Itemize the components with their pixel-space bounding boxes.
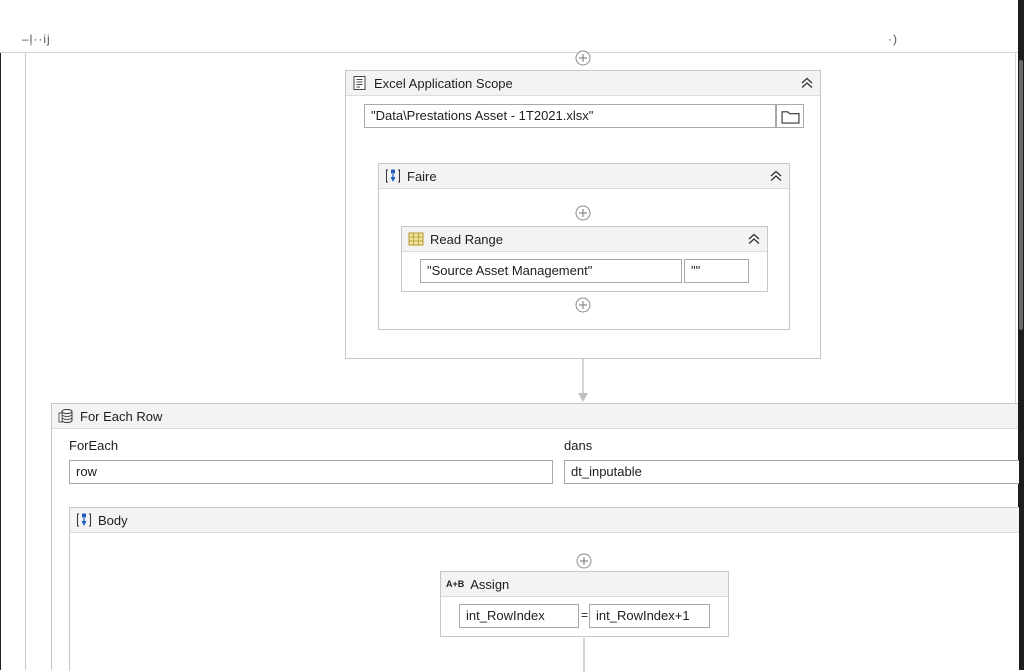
designer-top-strip: –ļ··ij ·) xyxy=(0,0,1018,53)
scrollbar-thumb[interactable] xyxy=(1019,60,1023,330)
body-header[interactable]: Body xyxy=(70,508,1019,533)
in-label: dans xyxy=(564,438,593,453)
browse-button[interactable] xyxy=(776,104,804,128)
collapse-icon[interactable] xyxy=(800,76,814,90)
faire-header[interactable]: Faire xyxy=(379,164,789,189)
workbook-path-field[interactable]: "Data\Prestations Asset - 1T2021.xlsx" xyxy=(364,104,776,128)
body-title: Body xyxy=(98,512,128,528)
assign-to-field[interactable]: int_RowIndex xyxy=(459,604,579,628)
top-strip-fragment-left: –ļ··ij xyxy=(22,32,51,46)
sheet-name-field[interactable]: "Source Asset Management" xyxy=(420,259,682,283)
for-each-row-title: For Each Row xyxy=(80,408,163,424)
foreach-variable-field[interactable]: row xyxy=(69,460,553,484)
collapse-icon[interactable] xyxy=(747,232,761,246)
assign-title: Assign xyxy=(470,576,510,592)
body-sequence-activity[interactable]: Body A+B Assign int_RowIndex = int_RowIn… xyxy=(69,507,1019,672)
window-left-edge xyxy=(0,0,1,670)
read-range-header[interactable]: Read Range xyxy=(402,227,767,252)
excel-scope-icon xyxy=(353,76,366,90)
for-each-row-activity[interactable]: For Each Row ForEach dans row dt_inputab… xyxy=(51,403,1019,672)
range-field[interactable]: "" xyxy=(684,259,749,283)
sequence-icon xyxy=(77,513,91,527)
assign-activity[interactable]: A+B Assign int_RowIndex = int_RowIndex+1 xyxy=(440,571,729,637)
assign-icon: A+B xyxy=(446,579,465,589)
assign-header[interactable]: A+B Assign xyxy=(441,572,728,597)
folder-icon xyxy=(781,111,800,124)
assign-value-field[interactable]: int_RowIndex+1 xyxy=(589,604,710,628)
collapse-icon[interactable] xyxy=(769,169,783,183)
datatable-field[interactable]: dt_inputable xyxy=(564,460,1019,484)
faire-title: Faire xyxy=(407,168,437,184)
add-activity-plus-icon[interactable] xyxy=(575,205,591,221)
foreach-label: ForEach xyxy=(69,438,119,453)
for-each-row-header[interactable]: For Each Row xyxy=(52,404,1018,429)
add-activity-plus-icon[interactable] xyxy=(575,50,591,66)
excel-scope-title: Excel Application Scope xyxy=(374,75,513,91)
assign-equals-sign: = xyxy=(581,608,589,622)
workflow-left-border xyxy=(25,53,26,670)
flow-connector-line xyxy=(583,638,585,672)
faire-sequence-activity[interactable]: Faire Read Range "Source Asset Managemen xyxy=(378,163,790,330)
sequence-icon xyxy=(386,169,400,183)
top-strip-fragment-right: ·) xyxy=(888,32,898,46)
excel-application-scope-activity[interactable]: Excel Application Scope "Data\Prestation… xyxy=(345,70,821,359)
add-activity-plus-icon[interactable] xyxy=(576,553,592,569)
read-range-activity[interactable]: Read Range "Source Asset Management" "" xyxy=(401,226,768,292)
excel-scope-header[interactable]: Excel Application Scope xyxy=(346,71,820,96)
database-icon xyxy=(58,409,73,423)
add-activity-plus-icon[interactable] xyxy=(575,297,591,313)
read-range-title: Read Range xyxy=(430,231,503,247)
flow-connector-arrow xyxy=(578,359,588,402)
read-range-icon xyxy=(408,232,424,246)
